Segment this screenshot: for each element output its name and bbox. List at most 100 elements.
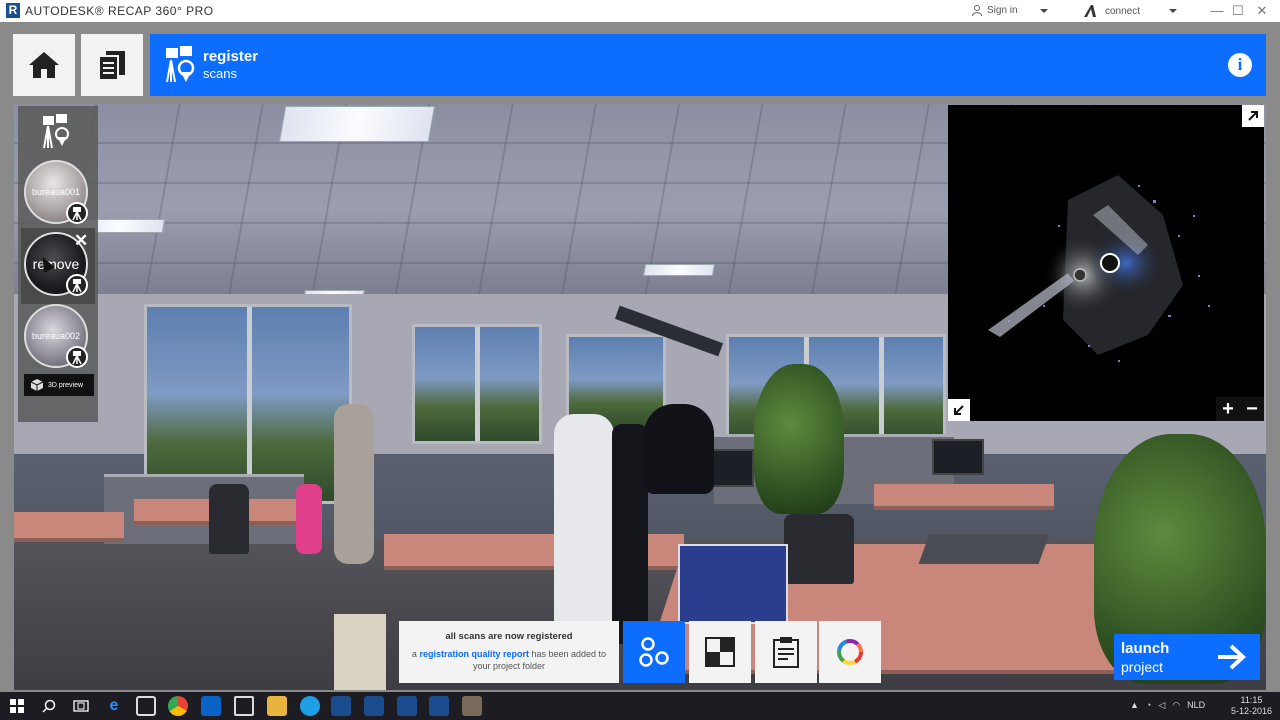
home-button[interactable] [13, 34, 75, 96]
volume-icon[interactable]: ◁ [1158, 700, 1165, 711]
zoom-out-button[interactable]: − [1246, 399, 1258, 419]
3d-preview-button[interactable]: 3D preview [24, 374, 94, 396]
documents-icon [98, 51, 125, 81]
title-bar: R AUTODESK® RECAP 360° PRO Sign in conne… [0, 0, 1280, 22]
scan-label: bureaua001 [31, 187, 81, 197]
task-view-icon[interactable] [73, 700, 89, 712]
tripod-icon [66, 274, 88, 296]
white-coat [554, 414, 614, 644]
tripod-icon [66, 346, 88, 368]
connect-label: connect [1105, 5, 1141, 17]
binder [918, 534, 1050, 564]
3d-preview-label: 3D preview [48, 381, 84, 389]
beige-coat [334, 404, 374, 564]
scan-links-icon [639, 637, 669, 667]
backpack [644, 404, 714, 494]
sign-in-button[interactable]: Sign in [972, 5, 1018, 16]
launch-label: launch [1121, 640, 1170, 657]
chevron-up-icon[interactable]: ▲ [1130, 700, 1139, 711]
clock[interactable]: 11:15 5-12-2016 [1231, 695, 1272, 717]
windows-taskbar: e ▲ ◔ ◁ ◠ NLD 11:15 5-12-2016 [0, 692, 1280, 720]
ceiling-light [642, 264, 716, 276]
maximize-button[interactable]: ☐ [1229, 2, 1247, 20]
app-frame: register scans i bureaua001 remove ✕ bur… [0, 22, 1280, 692]
page-title: register [203, 48, 259, 65]
point-cloud-top-view [988, 175, 1210, 362]
search-icon[interactable] [42, 699, 56, 713]
home-icon [29, 52, 59, 78]
notice-post2: your project folder [472, 661, 546, 671]
notice-pre: a [411, 649, 417, 659]
zoom-in-button[interactable]: + [1222, 399, 1234, 419]
notice-post: has been added to [531, 649, 607, 659]
minimize-button[interactable]: — [1208, 2, 1226, 20]
autodesk-a-icon [1084, 5, 1096, 17]
checkerboard-button[interactable] [689, 621, 751, 683]
zoom-controls: + − [1216, 397, 1264, 421]
cardboard-box [334, 614, 386, 690]
recap-taskbar-icon[interactable] [331, 696, 351, 716]
app-taskbar-icon[interactable] [462, 696, 482, 716]
expand-minimap-button[interactable] [1242, 105, 1264, 127]
recap-taskbar-icon[interactable] [397, 696, 417, 716]
wifi-icon[interactable]: ◠ [1172, 700, 1180, 711]
chrome-icon[interactable] [168, 696, 188, 716]
scan-links-button[interactable] [623, 621, 685, 683]
checkerboard-icon [705, 637, 735, 667]
store-icon[interactable] [136, 696, 156, 716]
skype-icon[interactable] [300, 696, 320, 716]
page-subtitle: scans [203, 66, 237, 81]
sign-in-label: Sign in [987, 5, 1018, 16]
window [412, 324, 542, 444]
recap-logo-icon: R [6, 3, 20, 18]
mail-icon[interactable] [234, 696, 254, 716]
file-explorer-icon[interactable] [267, 696, 287, 716]
office-chair [784, 514, 854, 584]
launch-project-button[interactable]: launch project [1114, 634, 1260, 680]
color-mode-button[interactable] [819, 621, 881, 683]
projects-button[interactable] [81, 34, 143, 96]
registration-notice: all scans are now registered a registrat… [399, 621, 619, 683]
register-scans-icon [166, 46, 195, 83]
cube-icon [30, 379, 44, 391]
desk [874, 484, 1054, 510]
ceiling-light [278, 106, 436, 142]
windows-start-icon[interactable] [10, 699, 24, 713]
info-icon[interactable]: i [1228, 53, 1252, 77]
sign-in-chevron-down-icon[interactable] [1040, 9, 1048, 13]
recap-taskbar-icon[interactable] [429, 696, 449, 716]
close-icon[interactable]: ✕ [74, 232, 88, 249]
plant [754, 364, 844, 514]
connect-chevron-down-icon[interactable] [1169, 9, 1177, 13]
project-label: project [1121, 659, 1164, 675]
outlook-icon[interactable] [201, 696, 221, 716]
registration-quality-report-link[interactable]: registration quality report [419, 649, 529, 659]
system-tray: ▲ ◔ ◁ ◠ NLD [1130, 700, 1205, 711]
clock-time: 11:15 [1240, 695, 1263, 705]
clock-date: 5-12-2016 [1230, 706, 1272, 716]
tripod-icon [66, 202, 88, 224]
network-icon[interactable]: ◔ [1146, 700, 1151, 711]
notice-title: all scans are now registered [445, 631, 573, 642]
desk [14, 512, 124, 542]
collapse-minimap-button[interactable] [948, 399, 970, 421]
notice-body: a registration quality report has been a… [399, 648, 619, 672]
minimap[interactable]: + − [948, 105, 1264, 421]
close-window-button[interactable]: ✕ [1253, 2, 1271, 20]
language-indicator[interactable]: NLD [1187, 700, 1205, 711]
report-clipboard-icon [773, 637, 799, 668]
arrow-right-icon [1218, 644, 1246, 670]
page-header: register scans i [150, 34, 1266, 96]
user-icon [972, 5, 982, 16]
edge-browser-icon[interactable]: e [104, 696, 124, 716]
color-wheel-icon [837, 639, 863, 665]
connect-button[interactable]: connect [1083, 5, 1140, 17]
pink-bag [296, 484, 322, 554]
remove-scan-button[interactable]: remove [26, 256, 86, 272]
register-scans-icon [43, 114, 69, 149]
arrow-down-left-icon [954, 405, 964, 415]
recap-taskbar-icon[interactable] [364, 696, 384, 716]
scan-label: bureaua002 [31, 331, 81, 341]
report-button[interactable] [755, 621, 817, 683]
arrow-up-right-icon [1248, 111, 1258, 121]
